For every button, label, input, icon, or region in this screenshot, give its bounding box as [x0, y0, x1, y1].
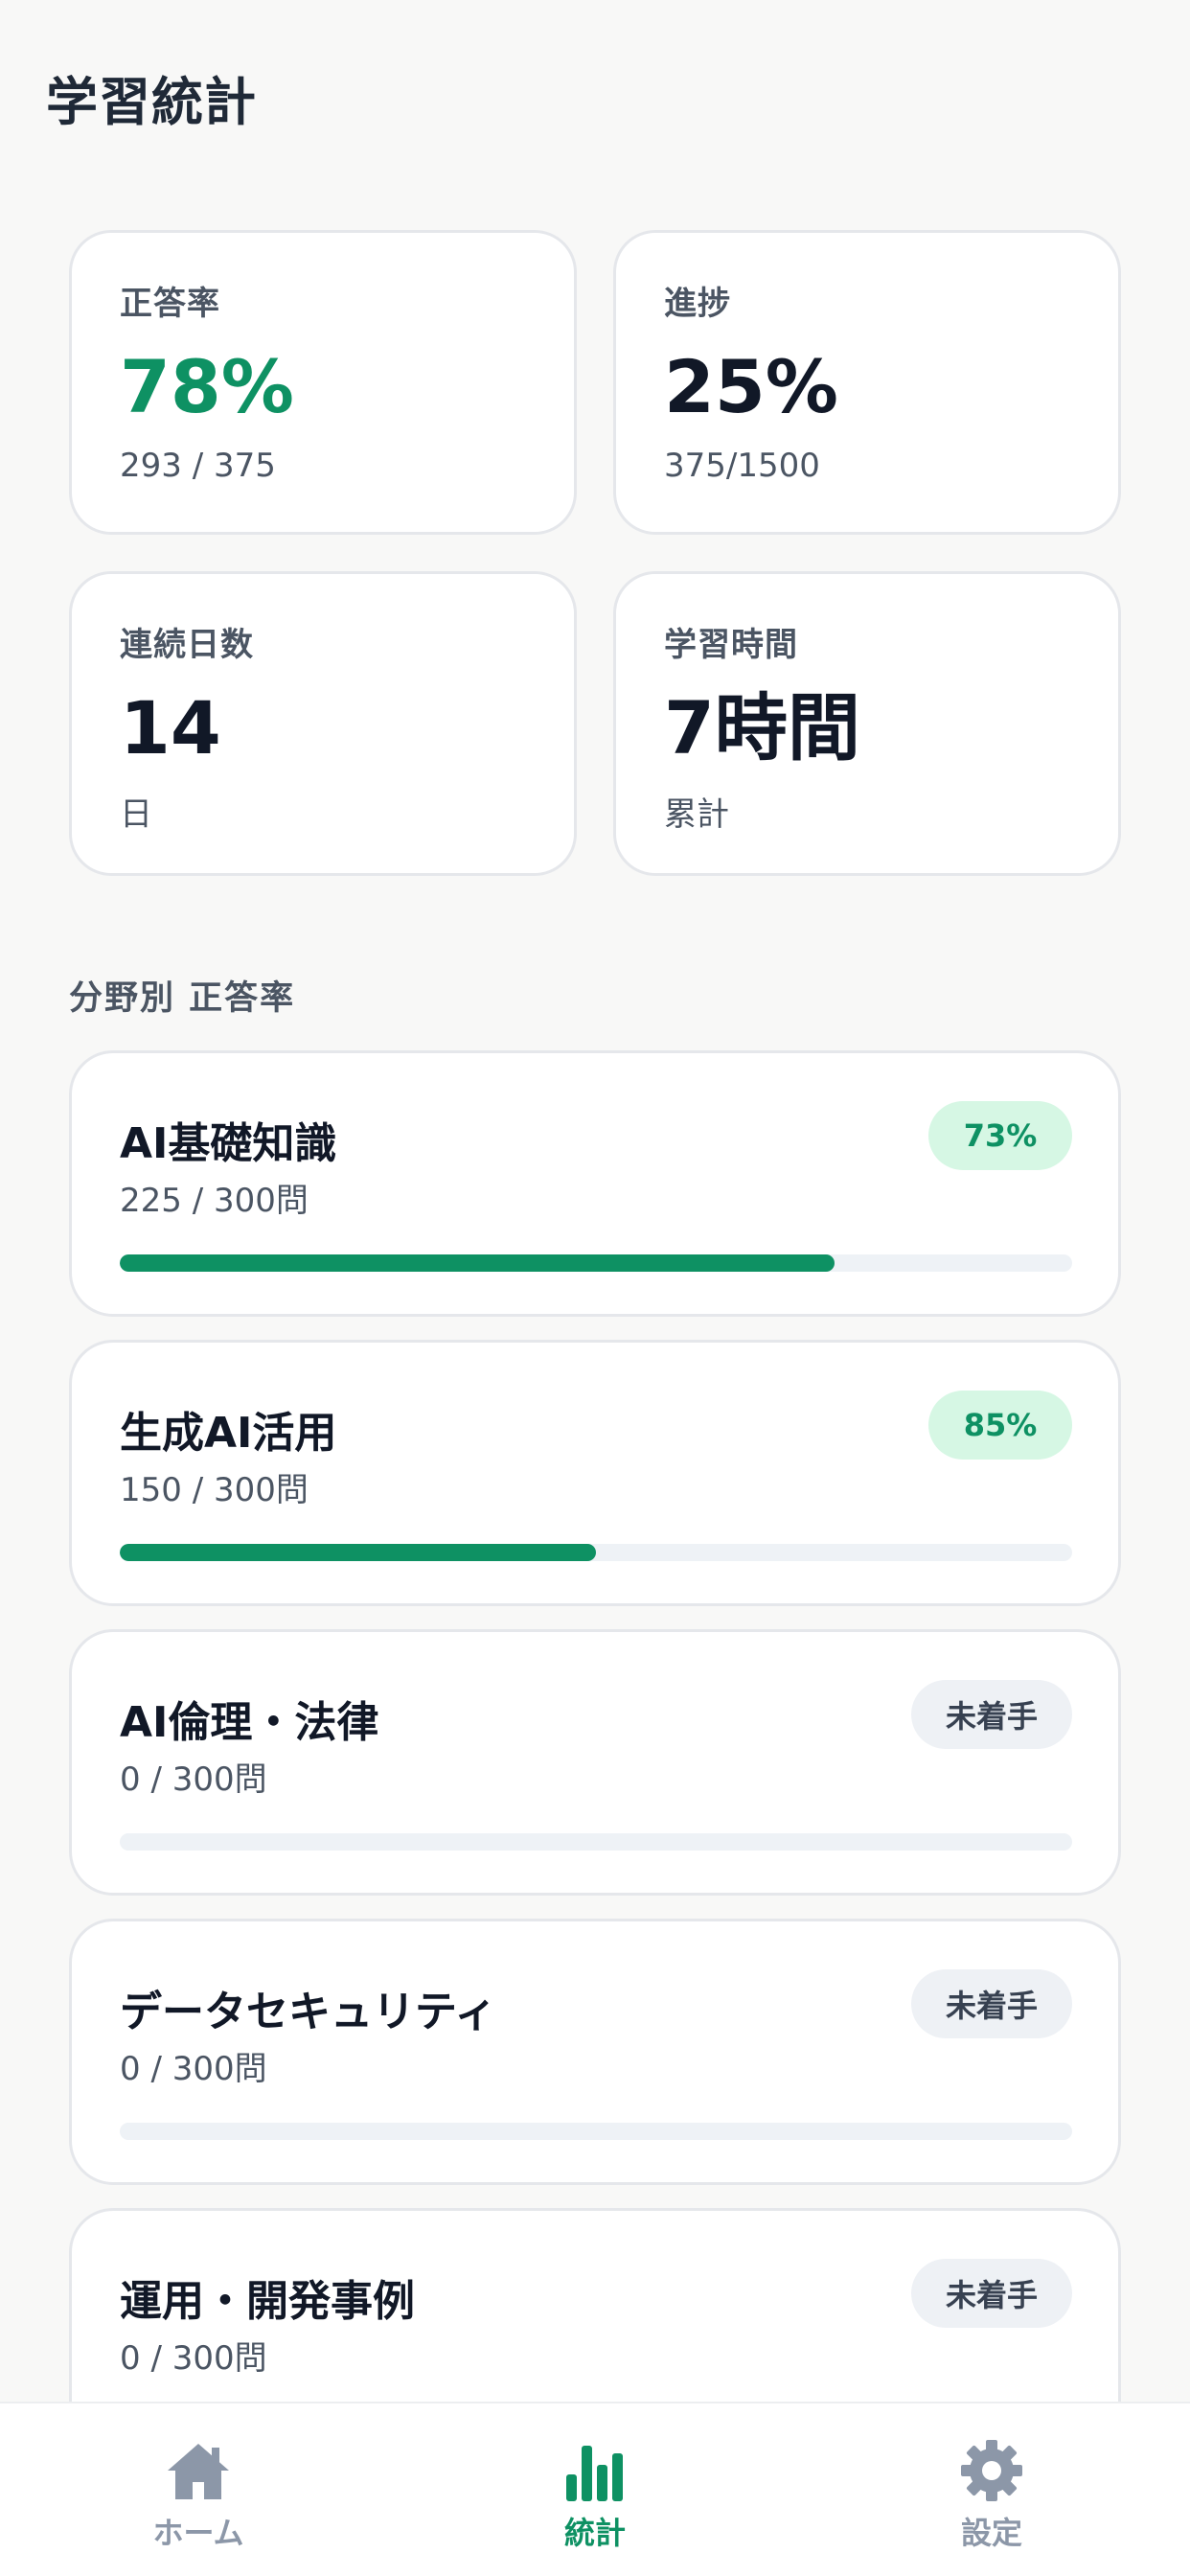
nav-label-stats: 統計: [563, 2515, 626, 2551]
progress-track: [120, 1254, 1072, 1272]
stat-label: 学習時間: [664, 626, 798, 664]
category-badge: 73%: [928, 1101, 1072, 1170]
category-name: AI倫理・法律: [120, 1698, 379, 1747]
stat-sub: 日: [120, 795, 152, 834]
stat-card-progress: 進捗 25% 375/1500: [613, 230, 1121, 535]
stat-card-accuracy: 正答率 78% 293 / 375: [69, 230, 577, 535]
category-name: 運用・開発事例: [120, 2277, 415, 2326]
gear-icon: [961, 2440, 1022, 2501]
progress-track: [120, 1833, 1072, 1851]
progress-track: [120, 1544, 1072, 1561]
progress-fill: [120, 1544, 596, 1561]
section-title: 分野別 正答率: [69, 979, 296, 1018]
stat-sub: 293 / 375: [120, 447, 276, 485]
category-card[interactable]: AI基礎知識 225 / 300問 73%: [69, 1050, 1121, 1317]
category-name: データセキュリティ: [120, 1988, 497, 2036]
bottom-nav: ホーム 統計 設定: [0, 2402, 1190, 2576]
home-icon: [168, 2444, 229, 2499]
progress-fill: [120, 1254, 835, 1272]
stat-label: 正答率: [120, 285, 220, 323]
category-count: 150 / 300問: [120, 1471, 309, 1509]
stat-sub: 累計: [664, 795, 729, 834]
category-count: 0 / 300問: [120, 2339, 267, 2378]
category-card[interactable]: AI倫理・法律 0 / 300問 未着手: [69, 1629, 1121, 1896]
category-count: 0 / 300問: [120, 1760, 267, 1799]
category-badge: 85%: [928, 1391, 1072, 1460]
stats-grid: 正答率 78% 293 / 375 進捗 25% 375/1500 連続日数 1…: [69, 230, 1121, 876]
nav-item-settings[interactable]: 設定: [793, 2404, 1190, 2576]
category-card[interactable]: データセキュリティ 0 / 300問 未着手: [69, 1919, 1121, 2185]
stat-label: 進捗: [664, 285, 731, 323]
category-count: 0 / 300問: [120, 2050, 267, 2088]
nav-item-stats[interactable]: 統計: [397, 2404, 793, 2576]
category-card[interactable]: 生成AI活用 150 / 300問 85%: [69, 1340, 1121, 1606]
stat-value: 25%: [664, 344, 838, 429]
bar-chart-icon: [566, 2446, 623, 2501]
nav-label-home: ホーム: [152, 2515, 244, 2551]
nav-label-settings: 設定: [960, 2515, 1022, 2551]
category-badge: 未着手: [910, 1969, 1072, 2038]
progress-track: [120, 2123, 1072, 2140]
category-name: AI基礎知識: [120, 1119, 337, 1168]
stat-value: 7時間: [664, 685, 860, 770]
category-badge: 未着手: [910, 2259, 1072, 2328]
stat-value: 14: [120, 685, 221, 770]
nav-item-home[interactable]: ホーム: [0, 2404, 397, 2576]
category-list: AI基礎知識 225 / 300問 73% 生成AI活用 150 / 300問 …: [69, 1050, 1121, 2497]
stat-value: 78%: [120, 344, 294, 429]
stat-card-streak: 連続日数 14 日: [69, 571, 577, 876]
category-badge: 未着手: [910, 1680, 1072, 1749]
stat-sub: 375/1500: [664, 447, 820, 485]
stats-screen: 学習統計 正答率 78% 293 / 375 進捗 25% 375/1500 連…: [0, 0, 1190, 2576]
category-count: 225 / 300問: [120, 1182, 309, 1220]
stat-label: 連続日数: [120, 626, 254, 664]
category-name: 生成AI活用: [120, 1409, 337, 1458]
page-title: 学習統計: [46, 72, 257, 132]
stat-card-study-time: 学習時間 7時間 累計: [613, 571, 1121, 876]
